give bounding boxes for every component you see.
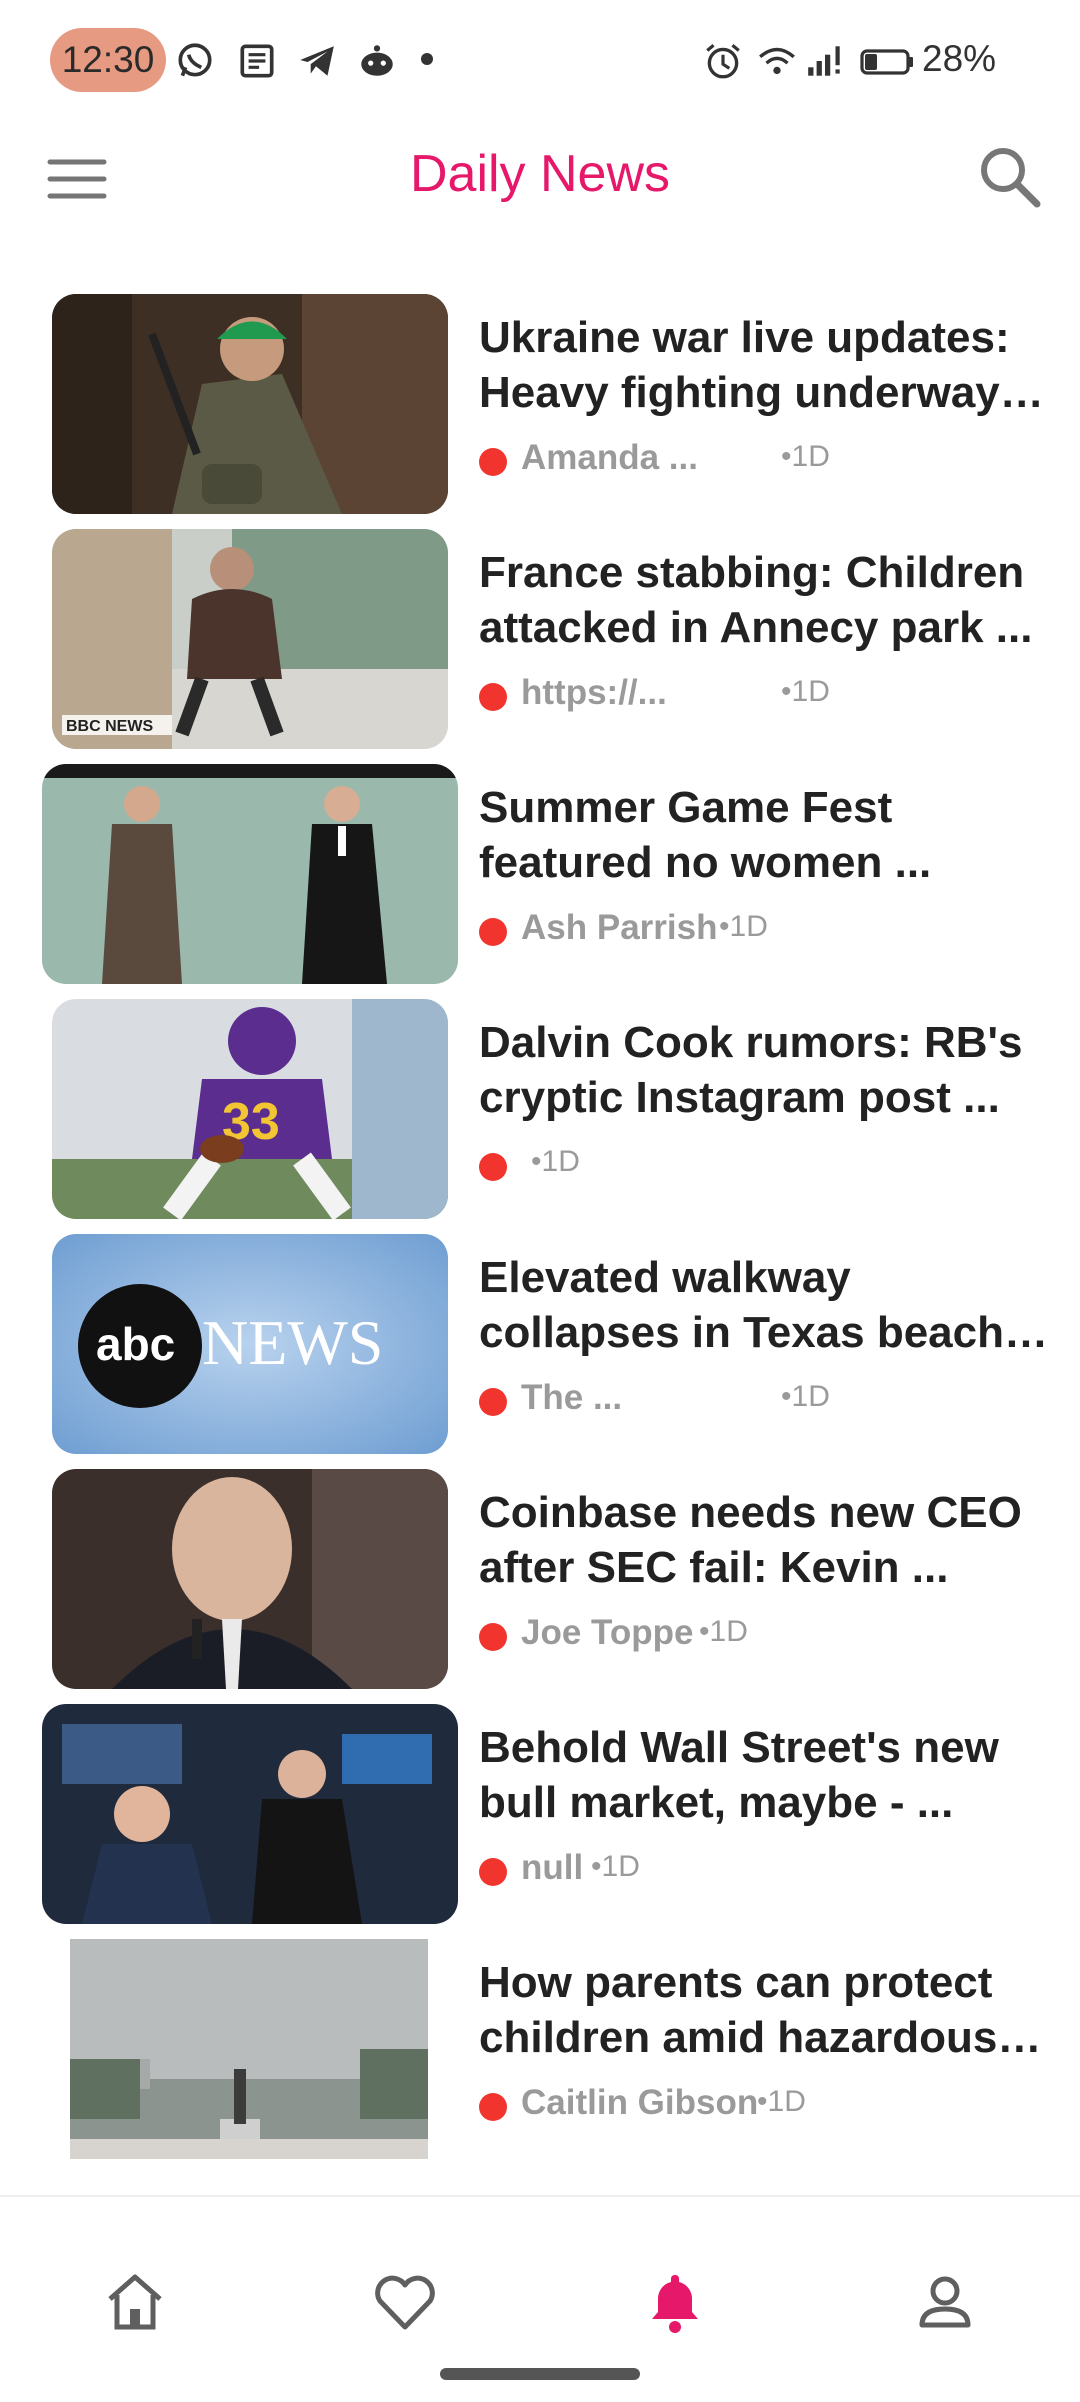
news-thumbnail[interactable] [42, 1704, 458, 1924]
source-dot-icon [479, 1153, 507, 1181]
status-time: 12:30 [50, 28, 166, 92]
news-headline: Summer Game Fest featured no women ... [479, 783, 932, 887]
news-age: •1D [719, 910, 768, 943]
news-headline: How parents can protect children amid ha… [479, 1958, 998, 2062]
news-icon [236, 40, 278, 82]
news-age: •1D [531, 1145, 580, 1178]
news-source: Caitlin Gibson [521, 2083, 759, 2122]
news-age: •1D [781, 440, 830, 473]
news-headline: Elevated walkway collapses in Texas beac… [479, 1253, 1004, 1357]
news-headline: Behold Wall Street's new bull market, ma… [479, 1723, 999, 1827]
news-age: •1D [699, 1615, 748, 1648]
news-headline: France stabbing: Children attacked in An… [479, 548, 1033, 652]
news-source: Joe Toppe [521, 1613, 694, 1652]
news-meta: Amanda ... •1D [479, 436, 1079, 480]
abc-logo-text: abc [96, 1318, 175, 1370]
news-item[interactable]: 33 Dalvin Cook rumors: RB's cryptic Inst… [0, 993, 1080, 1219]
source-dot-icon [479, 683, 507, 711]
wifi-icon [756, 40, 798, 82]
profile-icon[interactable] [910, 2267, 980, 2337]
alarm-icon [702, 40, 744, 82]
news-source: Ash Parrish [521, 908, 718, 947]
reddit-icon [356, 40, 398, 82]
news-item[interactable]: Summer Game Fest featured no women ... A… [0, 758, 1080, 984]
source-dot-icon [479, 1623, 507, 1651]
news-headline: Dalvin Cook rumors: RB's cryptic Instagr… [479, 1018, 1023, 1122]
news-age: •1D [781, 1380, 830, 1413]
news-item[interactable]: Behold Wall Street's new bull market, ma… [0, 1698, 1080, 1924]
news-source: https://... [521, 673, 667, 712]
news-headline: Ukraine war live updates: Heavy fighting… [479, 313, 1010, 417]
bbc-watermark: BBC NEWS [66, 718, 153, 735]
news-age: •1D [757, 2085, 806, 2118]
status-bar: 12:30 28% [0, 0, 1080, 124]
news-age: •1D [591, 1850, 640, 1883]
news-thumbnail[interactable] [42, 764, 458, 984]
news-thumbnail[interactable] [70, 1939, 428, 2159]
news-meta: •1D [479, 1141, 1079, 1185]
news-source: null [521, 1848, 584, 1887]
news-meta: Caitlin Gibson •1D [479, 2081, 1079, 2125]
news-source: The ... [521, 1378, 623, 1417]
search-icon[interactable] [975, 142, 1045, 212]
home-indicator [440, 2368, 640, 2380]
news-thumbnail[interactable] [52, 1469, 448, 1689]
news-item[interactable]: BBC NEWS France stabbing: Children attac… [0, 523, 1080, 749]
telegram-icon [296, 40, 338, 82]
source-dot-icon [479, 448, 507, 476]
news-meta: Ash Parrish •1D [479, 906, 1079, 950]
news-item[interactable]: Coinbase needs new CEO after SEC fail: K… [0, 1463, 1080, 1689]
dot-icon [420, 52, 434, 66]
battery-percent: 28% [922, 38, 997, 79]
news-item[interactable]: abc NEWS Elevated walkway collapses in T… [0, 1228, 1080, 1454]
news-thumbnail[interactable]: abc NEWS [52, 1234, 448, 1454]
news-thumbnail[interactable]: 33 [52, 999, 448, 1219]
news-meta: https://... •1D [479, 671, 1079, 715]
news-meta: The ... •1D [479, 1376, 1079, 1420]
battery-icon [858, 40, 916, 82]
bell-icon[interactable] [640, 2267, 710, 2337]
whatsapp-icon [174, 40, 216, 82]
source-dot-icon [479, 1388, 507, 1416]
app-bar: Daily News [0, 124, 1080, 232]
source-dot-icon [479, 918, 507, 946]
news-thumbnail[interactable] [52, 294, 448, 514]
source-dot-icon [479, 2093, 507, 2121]
news-headline: Coinbase needs new CEO after SEC fail: K… [479, 1488, 1022, 1592]
home-icon[interactable] [100, 2267, 170, 2337]
news-meta: Joe Toppe •1D [479, 1611, 1079, 1655]
news-meta: null •1D [479, 1846, 1079, 1890]
signal-icon [804, 40, 846, 82]
app-title: Daily News [409, 145, 671, 203]
source-dot-icon [479, 1858, 507, 1886]
news-logo-text: NEWS [202, 1307, 383, 1378]
news-age: •1D [781, 675, 830, 708]
news-item[interactable]: Ukraine war live updates: Heavy fighting… [0, 288, 1080, 514]
heart-icon[interactable] [370, 2267, 440, 2337]
news-thumbnail[interactable]: BBC NEWS [52, 529, 448, 749]
news-item[interactable]: How parents can protect children amid ha… [0, 1933, 1080, 2159]
news-source: Amanda ... [521, 438, 698, 477]
